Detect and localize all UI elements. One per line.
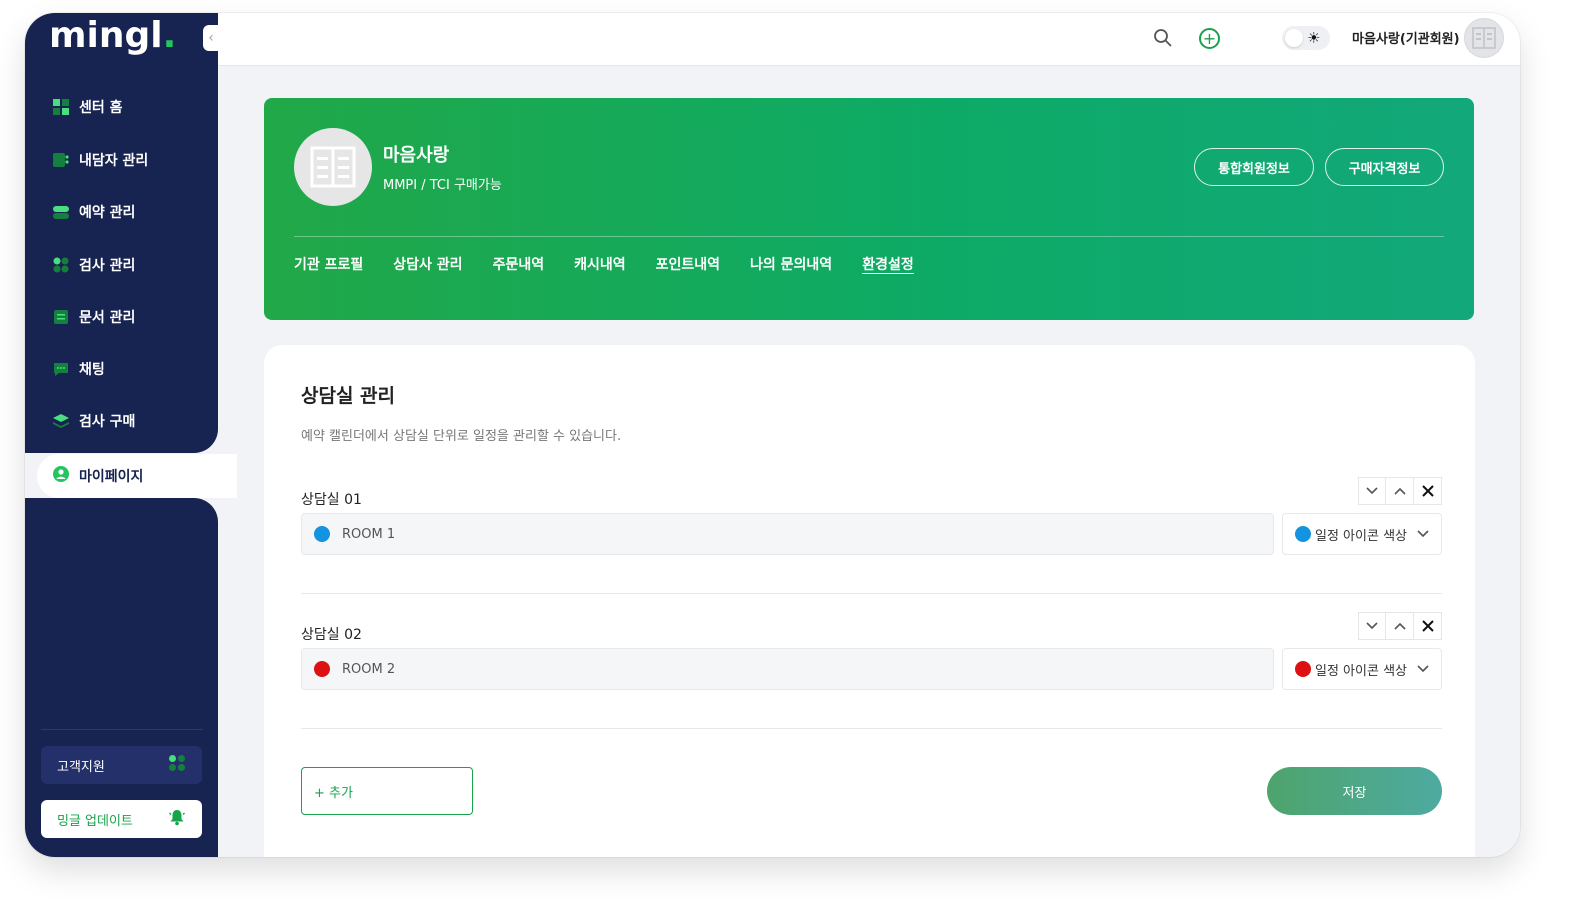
theme-toggle[interactable]: ☀	[1282, 26, 1330, 50]
chevron-up-icon	[1393, 622, 1406, 630]
sidebar-item-label: 문서 관리	[79, 310, 136, 326]
sidebar-item-purchase[interactable]: 검사 구매	[53, 409, 135, 433]
toggle-knob	[1285, 29, 1303, 47]
tab-orders[interactable]: 주문내역	[493, 254, 545, 274]
tab-cash[interactable]: 캐시내역	[574, 254, 626, 274]
chevron-down-icon	[1366, 622, 1378, 630]
sidebar-item-chat[interactable]: 채팅	[53, 357, 105, 381]
org-header-card: 마음사랑 MMPI / TCI 구매가능 통합회원정보 구매자격정보 기관 프로…	[264, 98, 1474, 320]
sidebar-item-document[interactable]: 문서 관리	[53, 305, 135, 329]
move-up-button[interactable]	[1386, 477, 1414, 505]
sidebar-item-center-home[interactable]: 센터 홈	[53, 95, 123, 119]
selected-color-dot	[1295, 661, 1311, 677]
room-label: 상담실 01	[301, 492, 362, 508]
sun-icon: ☀	[1307, 29, 1321, 47]
home-grid-icon	[53, 99, 69, 115]
save-button[interactable]: 저장	[1267, 767, 1442, 815]
org-name: 마음사랑	[383, 145, 450, 166]
purchase-qualification-button[interactable]: 구매자격정보	[1325, 148, 1444, 186]
sidebar-item-label: 검사 구매	[79, 414, 136, 430]
color-select-label: 일정 아이콘 색상	[1315, 663, 1407, 679]
sidebar-item-reservation[interactable]: 예약 관리	[53, 200, 135, 224]
room-controls	[1358, 612, 1442, 640]
app-window: mingl. 센터 홈 내담자 관리 예약 관리 검사 관리 문서 관리 채팅 …	[25, 13, 1520, 857]
tab-points[interactable]: 포인트내역	[656, 254, 720, 274]
search-icon[interactable]	[1153, 28, 1173, 52]
tab-inquiries[interactable]: 나의 문의내역	[750, 254, 832, 274]
room-divider	[301, 728, 1442, 729]
chevron-left-icon: ‹	[208, 30, 214, 46]
delete-room-button[interactable]	[1414, 477, 1442, 505]
delete-room-button[interactable]	[1414, 612, 1442, 640]
sidebar-item-label: 검사 관리	[79, 258, 136, 274]
support-label: 고객지원	[57, 759, 105, 775]
org-tabs: 기관 프로필 상담사 관리 주문내역 캐시내역 포인트내역 나의 문의내역 환경…	[294, 254, 914, 274]
topbar: + ☀ 마음사랑(기관회원)	[218, 13, 1520, 66]
org-avatar	[294, 128, 372, 206]
sidebar-collapse-button[interactable]: ‹	[203, 25, 219, 51]
support-dots-icon	[168, 754, 186, 776]
room-controls	[1358, 477, 1442, 505]
icon-color-select[interactable]: 일정 아이콘 색상	[1282, 513, 1442, 555]
sidebar: mingl. 센터 홈 내담자 관리 예약 관리 검사 관리 문서 관리 채팅 …	[25, 13, 218, 857]
room-name-input[interactable]: ROOM 1	[301, 513, 1274, 555]
chevron-down-icon	[1417, 527, 1429, 541]
tab-counselor[interactable]: 상담사 관리	[393, 254, 462, 274]
tab-org-profile[interactable]: 기관 프로필	[294, 254, 363, 274]
building-icon	[310, 146, 356, 188]
room-divider	[301, 593, 1442, 594]
selected-color-dot	[1295, 526, 1311, 542]
room-color-dot	[314, 526, 330, 542]
card-divider	[294, 236, 1444, 237]
update-button[interactable]: 밍글 업데이트	[41, 800, 202, 838]
add-circle-icon[interactable]: +	[1199, 28, 1220, 49]
building-icon	[1472, 27, 1496, 49]
room-management-panel: 상담실 관리 예약 캘린더에서 상담실 단위로 일정을 관리할 수 있습니다. …	[264, 345, 1475, 857]
sidebar-item-label: 마이페이지	[79, 469, 144, 485]
room-name-value: ROOM 2	[342, 661, 396, 677]
color-select-label: 일정 아이콘 색상	[1315, 528, 1407, 544]
member-info-button[interactable]: 통합회원정보	[1194, 148, 1314, 186]
support-button[interactable]: 고객지원	[41, 746, 202, 784]
user-name[interactable]: 마음사랑(기관회원)	[1352, 28, 1460, 47]
chevron-up-icon	[1393, 487, 1406, 495]
bell-icon	[168, 808, 186, 830]
close-icon	[1421, 620, 1434, 632]
room-label: 상담실 02	[301, 627, 362, 643]
close-icon	[1421, 485, 1434, 497]
sidebar-item-client[interactable]: 내담자 관리	[53, 148, 148, 172]
test-dots-icon	[53, 257, 69, 273]
move-up-button[interactable]	[1386, 612, 1414, 640]
user-circle-icon	[53, 466, 69, 486]
reservation-toggle-icon	[53, 204, 69, 220]
chevron-down-icon	[1366, 487, 1378, 495]
sidebar-top-panel	[25, 13, 218, 453]
icon-color-select[interactable]: 일정 아이콘 색상	[1282, 648, 1442, 690]
sidebar-divider	[41, 729, 203, 730]
chevron-down-icon	[1417, 662, 1429, 676]
tab-settings[interactable]: 환경설정	[862, 254, 914, 274]
move-down-button[interactable]	[1358, 477, 1386, 505]
sidebar-item-label: 센터 홈	[79, 100, 123, 116]
update-label: 밍글 업데이트	[57, 813, 133, 829]
room-name-input[interactable]: ROOM 2	[301, 648, 1274, 690]
avatar[interactable]	[1464, 18, 1504, 58]
client-card-icon	[53, 152, 69, 168]
move-down-button[interactable]	[1358, 612, 1386, 640]
sidebar-item-label: 내담자 관리	[79, 153, 149, 169]
sidebar-item-test[interactable]: 검사 관리	[53, 253, 135, 277]
sidebar-item-mypage[interactable]: 마이페이지	[37, 454, 237, 498]
sidebar-item-label: 예약 관리	[79, 205, 136, 221]
page-title: 상담실 관리	[301, 385, 396, 407]
page-description: 예약 캘린더에서 상담실 단위로 일정을 관리할 수 있습니다.	[301, 429, 622, 444]
chat-bubble-icon	[53, 361, 69, 377]
mingl-logo[interactable]: mingl.	[49, 15, 176, 56]
room-name-value: ROOM 1	[342, 526, 396, 542]
layers-icon	[53, 413, 69, 429]
org-subtitle: MMPI / TCI 구매가능	[383, 178, 502, 193]
document-icon	[53, 309, 69, 325]
room-color-dot	[314, 661, 330, 677]
sidebar-item-label: 채팅	[79, 362, 105, 378]
add-room-button[interactable]: + 추가	[301, 767, 473, 815]
